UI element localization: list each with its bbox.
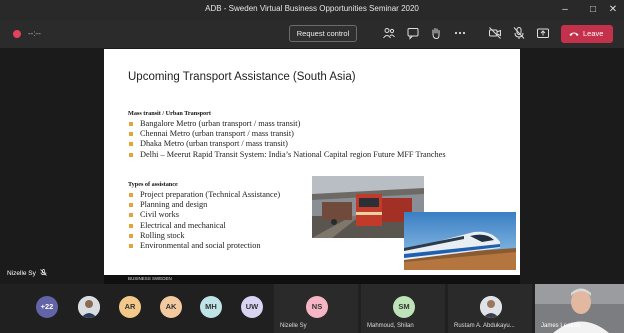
avatar[interactable]: AR (119, 296, 141, 318)
teams-meeting-window: ADB - Sweden Virtual Business Opportunit… (0, 0, 624, 333)
list-item: Rolling stock (128, 231, 328, 241)
slide-footer-text: BUSINESS SWEDEN (128, 276, 172, 281)
participant-tile[interactable]: SM Mahmoud, Shilan (361, 284, 445, 333)
user-photo-icon (78, 296, 100, 318)
mass-transit-list: Bangalore Metro (urban transport / mass … (128, 119, 468, 160)
recording-icon (13, 30, 21, 38)
leave-button[interactable]: Leave (561, 25, 613, 43)
participant-tile[interactable]: Rustam A. Abdukayu... (448, 284, 532, 333)
list-item: Dhaka Metro (urban transport / mass tran… (128, 139, 468, 149)
slide-title: Upcoming Transport Assistance (South Asi… (128, 71, 356, 83)
maximize-icon[interactable]: □ (584, 2, 602, 18)
participant-name: Mahmoud, Shilan (367, 323, 414, 329)
request-control-button[interactable]: Request control (289, 25, 357, 42)
chat-icon[interactable] (406, 26, 420, 40)
avatar[interactable]: AK (160, 296, 182, 318)
title-bar: ADB - Sweden Virtual Business Opportunit… (0, 0, 624, 20)
participant-name: James Leather (541, 323, 581, 329)
participants-icon[interactable] (382, 26, 396, 40)
avatar: SM (393, 296, 415, 318)
list-item: Environmental and social protection (128, 241, 328, 251)
presentation-slide: Upcoming Transport Assistance (South Asi… (104, 49, 520, 275)
list-item: Chennai Metro (urban transport / mass tr… (128, 129, 468, 139)
mic-off-icon (39, 269, 47, 276)
slide-footer-strip: BUSINESS SWEDEN (104, 275, 520, 284)
assistance-types-list: Project preparation (Technical Assistanc… (128, 190, 328, 251)
user-photo-icon (480, 296, 502, 318)
high-speed-train-photo (404, 212, 516, 270)
avatar[interactable]: MH (200, 296, 222, 318)
phone-hangup-icon (569, 32, 579, 36)
presenter-name-tag: Nizelle Sy (7, 269, 47, 277)
minimize-icon[interactable]: – (556, 2, 574, 18)
avatar[interactable]: UW (241, 296, 263, 318)
participant-name: Nizelle Sy (280, 323, 307, 329)
share-tray-icon[interactable] (536, 26, 550, 40)
window-title: ADB - Sweden Virtual Business Opportunit… (205, 4, 419, 13)
raise-hand-icon[interactable] (429, 26, 443, 40)
participant-tile[interactable]: NS Nizelle Sy (274, 284, 358, 333)
list-item: Delhi – Meerut Rapid Transit System: Ind… (128, 150, 468, 160)
shared-screen-stage: Upcoming Transport Assistance (South Asi… (0, 48, 624, 284)
camera-off-icon[interactable] (488, 26, 502, 40)
more-options-icon[interactable] (453, 26, 467, 40)
list-item: Project preparation (Technical Assistanc… (128, 190, 328, 200)
list-item: Civil works (128, 210, 328, 220)
section-heading-mass-transit: Mass transit / Urban Transport (128, 110, 211, 117)
list-item: Bangalore Metro (urban transport / mass … (128, 119, 468, 129)
leave-label: Leave (583, 29, 604, 38)
avatar: NS (306, 296, 328, 318)
participant-name: Rustam A. Abdukayu... (454, 323, 515, 329)
more-participants-button[interactable]: +22 (36, 296, 58, 318)
close-icon[interactable]: ✕ (604, 2, 622, 18)
list-item: Planning and design (128, 200, 328, 210)
avatar[interactable] (78, 296, 100, 318)
list-item: Electrical and mechanical (128, 221, 328, 231)
presenter-name: Nizelle Sy (7, 270, 36, 277)
meeting-toolbar: --:-- Request control Leave (0, 20, 624, 48)
participant-gallery: +22 AR AK MH UW NS Nizelle Sy SM Mahmoud… (0, 284, 624, 333)
avatar (480, 296, 502, 318)
section-heading-assistance: Types of assistance (128, 181, 178, 188)
participant-video-tile[interactable]: James Leather (535, 284, 624, 333)
mic-off-icon[interactable] (512, 26, 526, 40)
meeting-timer: --:-- (28, 29, 41, 38)
